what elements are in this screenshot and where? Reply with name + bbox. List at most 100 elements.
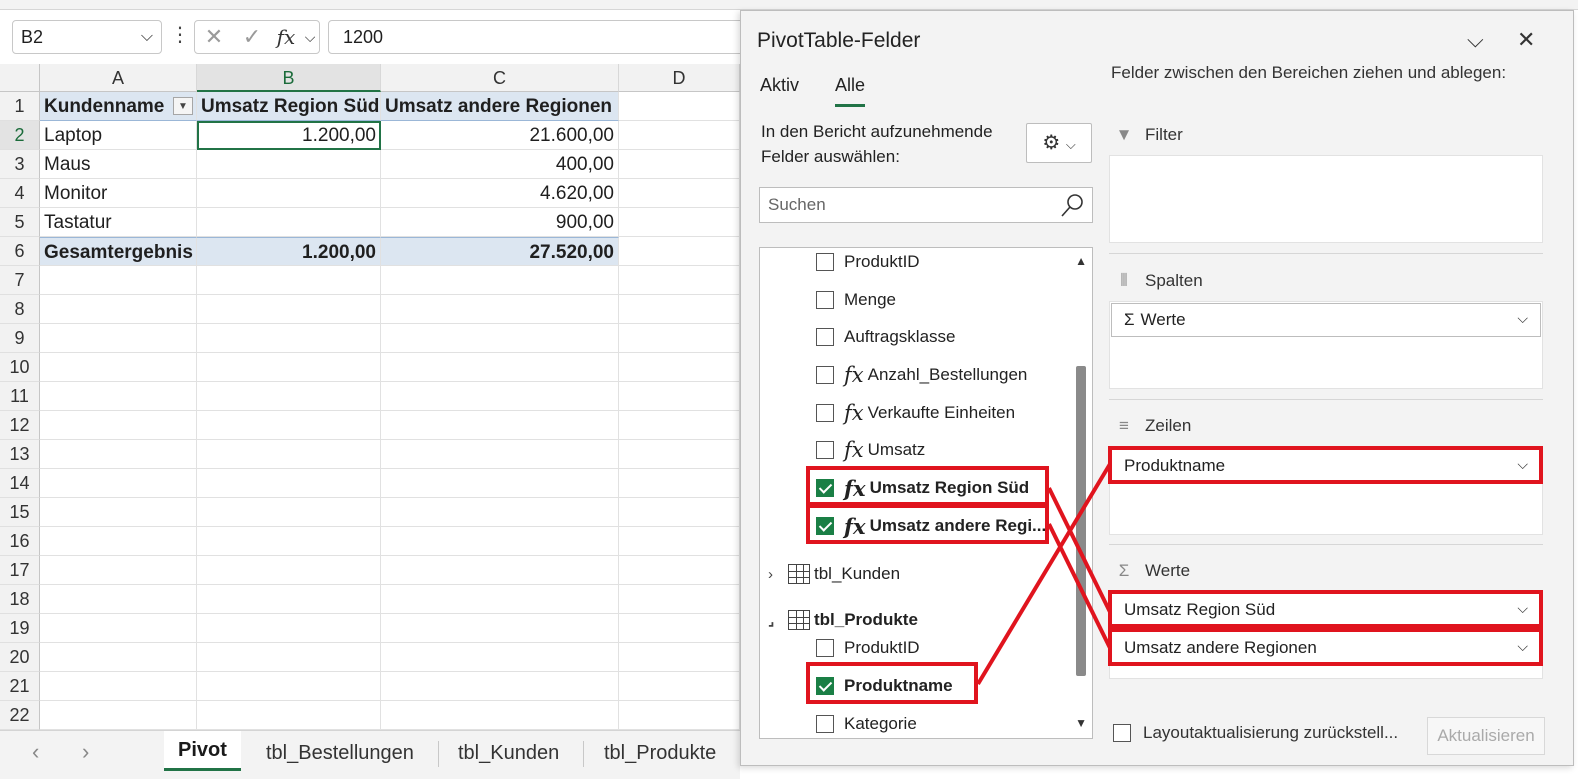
- search-input[interactable]: Suchen: [759, 187, 1093, 223]
- pane-options-icon[interactable]: ⌵: [1467, 27, 1484, 53]
- row-header[interactable]: 1: [0, 92, 40, 121]
- checkbox[interactable]: [816, 715, 834, 733]
- empty-cell[interactable]: [619, 382, 740, 411]
- field-item-menge[interactable]: Menge: [816, 282, 896, 318]
- row-header[interactable]: 6: [0, 237, 40, 266]
- checkbox[interactable]: [816, 328, 834, 346]
- field-settings-button[interactable]: ⚙ ⌵: [1026, 123, 1092, 163]
- empty-cell[interactable]: [381, 614, 619, 643]
- field-item-auftragsklasse[interactable]: Auftragsklasse: [816, 319, 956, 355]
- empty-cell[interactable]: [40, 672, 197, 701]
- table-cell[interactable]: 400,00: [381, 150, 619, 179]
- empty-cell[interactable]: [619, 324, 740, 353]
- empty-cell[interactable]: [40, 295, 197, 324]
- defer-layout-update[interactable]: Layoutaktualisierung zurückstell...: [1113, 723, 1398, 743]
- expand-icon[interactable]: ›: [768, 566, 788, 583]
- row-header[interactable]: 14: [0, 469, 40, 498]
- empty-cell[interactable]: [619, 150, 740, 179]
- row-header[interactable]: 10: [0, 353, 40, 382]
- empty-cell[interactable]: [619, 411, 740, 440]
- empty-cell[interactable]: [381, 411, 619, 440]
- row-header[interactable]: 15: [0, 498, 40, 527]
- checkbox[interactable]: [816, 404, 834, 422]
- table-cell[interactable]: Laptop: [40, 121, 197, 150]
- row-header[interactable]: 17: [0, 556, 40, 585]
- empty-cell[interactable]: [619, 353, 740, 382]
- empty-cell[interactable]: [197, 498, 381, 527]
- empty-cell[interactable]: [381, 643, 619, 672]
- empty-cell[interactable]: [619, 208, 740, 237]
- tab-aktiv[interactable]: Aktiv: [760, 75, 799, 96]
- empty-cell[interactable]: [197, 672, 381, 701]
- select-all-corner[interactable]: [0, 64, 40, 92]
- spreadsheet-grid[interactable]: A B C D 1 2 3 4 5 6 7 8 9 10 11 12 13 14 15 16 17 18 19 20 2…: [0, 64, 740, 730]
- grand-total-label[interactable]: Gesamtergebnis: [40, 237, 197, 266]
- update-button[interactable]: Aktualisieren: [1427, 717, 1545, 755]
- row-header[interactable]: 2: [0, 121, 40, 150]
- row-header[interactable]: 9: [0, 324, 40, 353]
- sheet-tab-bestellungen[interactable]: tbl_Bestellungen: [252, 731, 428, 775]
- table-cell[interactable]: Monitor: [40, 179, 197, 208]
- empty-cell[interactable]: [381, 382, 619, 411]
- empty-cell[interactable]: [197, 295, 381, 324]
- field-item-produktid[interactable]: ProduktID: [816, 630, 920, 666]
- column-header-d[interactable]: D: [619, 64, 740, 92]
- empty-cell[interactable]: [381, 353, 619, 382]
- row-header[interactable]: 22: [0, 701, 40, 730]
- empty-cell[interactable]: [381, 324, 619, 353]
- empty-cell[interactable]: [197, 382, 381, 411]
- row-header[interactable]: 21: [0, 672, 40, 701]
- empty-cell[interactable]: [40, 353, 197, 382]
- table-cell[interactable]: [197, 208, 381, 237]
- grand-total-value[interactable]: 1.200,00: [197, 237, 381, 266]
- empty-cell[interactable]: [40, 585, 197, 614]
- empty-cell[interactable]: [381, 527, 619, 556]
- chevron-down-icon[interactable]: ⌵: [1517, 310, 1528, 327]
- table-cell[interactable]: [197, 150, 381, 179]
- empty-cell[interactable]: [40, 382, 197, 411]
- active-cell[interactable]: 1.200,00: [197, 121, 381, 150]
- row-header[interactable]: 8: [0, 295, 40, 324]
- empty-cell[interactable]: [197, 643, 381, 672]
- empty-cell[interactable]: [40, 440, 197, 469]
- row-header[interactable]: 19: [0, 614, 40, 643]
- column-header-a[interactable]: A: [40, 64, 197, 92]
- checkbox[interactable]: [1113, 724, 1131, 742]
- field-item-anzahl-bestellungen[interactable]: fx Anzahl_Bestellungen: [816, 357, 1027, 393]
- scroll-up-icon[interactable]: ▲: [1075, 254, 1087, 268]
- checkbox[interactable]: [816, 291, 834, 309]
- grand-total-value[interactable]: 27.520,00: [381, 237, 619, 266]
- empty-cell[interactable]: [197, 469, 381, 498]
- empty-cell[interactable]: [40, 324, 197, 353]
- empty-cell[interactable]: [40, 527, 197, 556]
- row-header[interactable]: 3: [0, 150, 40, 179]
- empty-cell[interactable]: [197, 353, 381, 382]
- sheet-tab-kunden[interactable]: tbl_Kunden: [444, 731, 573, 775]
- chevron-down-icon[interactable]: ⌵: [301, 29, 319, 46]
- row-header[interactable]: 5: [0, 208, 40, 237]
- empty-cell[interactable]: [619, 92, 740, 121]
- empty-cell[interactable]: [619, 672, 740, 701]
- scroll-thumb[interactable]: [1076, 366, 1086, 676]
- empty-cell[interactable]: [40, 266, 197, 295]
- cancel-icon[interactable]: ✕: [195, 24, 233, 50]
- empty-cell[interactable]: [40, 701, 197, 730]
- collapse-icon[interactable]: ⌟: [768, 612, 788, 629]
- empty-cell[interactable]: [197, 266, 381, 295]
- row-header[interactable]: 13: [0, 440, 40, 469]
- checkbox[interactable]: [816, 253, 834, 271]
- row-header[interactable]: 11: [0, 382, 40, 411]
- empty-cell[interactable]: [381, 498, 619, 527]
- empty-cell[interactable]: [40, 498, 197, 527]
- empty-cell[interactable]: [197, 585, 381, 614]
- enter-icon[interactable]: ✓: [233, 24, 271, 50]
- empty-cell[interactable]: [619, 614, 740, 643]
- pivot-header-umsatz-sued[interactable]: Umsatz Region Süd: [197, 92, 381, 121]
- field-item-kategorie[interactable]: Kategorie: [816, 706, 917, 738]
- field-item-umsatz[interactable]: fx Umsatz: [816, 432, 925, 468]
- empty-cell[interactable]: [40, 411, 197, 440]
- row-header[interactable]: 12: [0, 411, 40, 440]
- empty-cell[interactable]: [619, 237, 740, 266]
- columns-chip-werte[interactable]: Σ Werte ⌵: [1111, 303, 1541, 337]
- column-header-b[interactable]: B: [197, 64, 381, 92]
